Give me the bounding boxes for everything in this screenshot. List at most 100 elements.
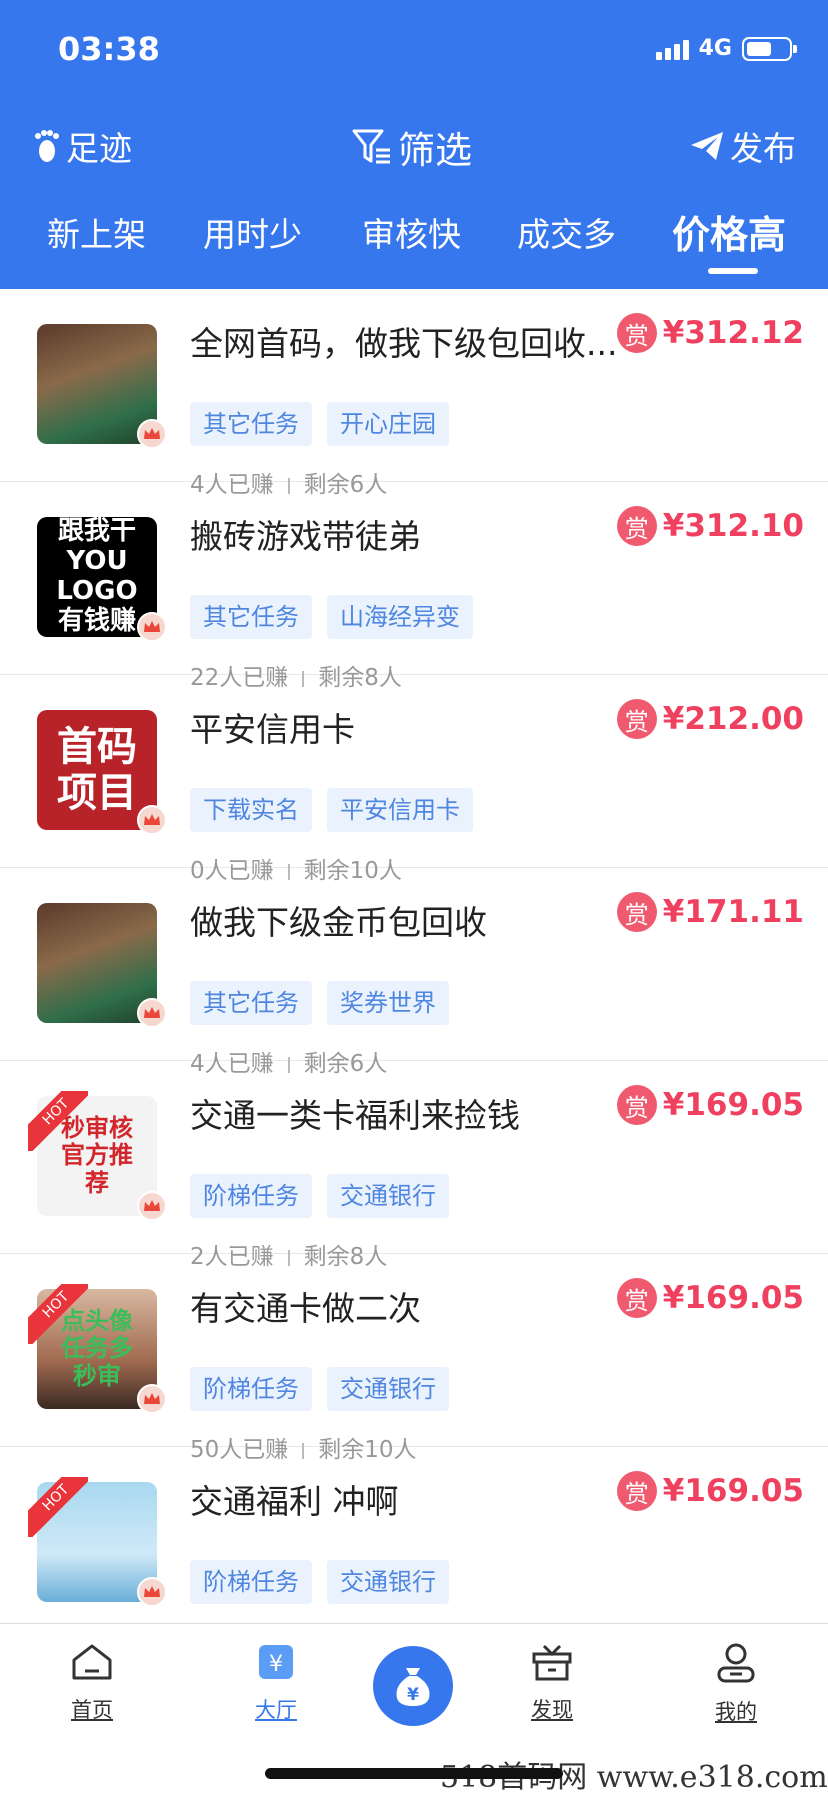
task-title: 搬砖游戏带徒弟 xyxy=(190,517,421,556)
task-tag: 交通银行 xyxy=(327,1367,449,1411)
task-reward: 赏 ¥312.10 xyxy=(616,506,804,546)
active-tab-indicator xyxy=(708,268,758,274)
task-item[interactable]: 秒审核 官方推 荐 HOT 交通一类卡福利来捡钱 阶梯任务 交通银行 2人已赚 剩余8人赏 ¥… xyxy=(0,1061,828,1270)
tab-fast-review[interactable]: 审核快 xyxy=(362,208,461,256)
task-price: ¥312.10 xyxy=(662,508,804,544)
task-title: 平安信用卡 xyxy=(190,710,355,749)
tab-high-price[interactable]: 价格高 xyxy=(672,204,786,259)
task-reward: 赏 ¥169.05 xyxy=(616,1278,804,1318)
task-item[interactable]: 跟我干 YOU LOGO 有钱赚 搬砖游戏带徒弟 其它任务 山海经异变 22人已赚 剩余8… xyxy=(0,482,828,691)
reward-badge-icon: 赏 xyxy=(616,1471,657,1511)
task-item[interactable]: 全网首码，做我下级包回收... 其它任务 开心庄园 4人已赚 剩余6人赏 ¥312.12 xyxy=(0,289,828,498)
svg-text:¥: ¥ xyxy=(269,1652,283,1677)
task-price: ¥312.12 xyxy=(662,315,804,351)
crown-badge-icon xyxy=(137,1384,167,1414)
user-icon xyxy=(717,1643,755,1683)
status-time: 03:38 xyxy=(58,30,160,68)
task-reward: 赏 ¥169.05 xyxy=(616,1471,804,1511)
task-item[interactable]: 点头像 任务多 秒审 HOT 有交通卡做二次 阶梯任务 交通银行 50人已赚 剩余10人赏 ¥… xyxy=(0,1254,828,1463)
task-item[interactable]: 首码 项目 平安信用卡 下载实名 平安信用卡 0人已赚 剩余10人赏 ¥212.00 xyxy=(0,675,828,884)
footprint-label: 足迹 xyxy=(66,129,132,168)
reward-badge-icon: 赏 xyxy=(616,892,657,932)
task-price: ¥171.11 xyxy=(662,894,804,930)
task-tag: 阶梯任务 xyxy=(190,1560,312,1604)
reward-badge-icon: 赏 xyxy=(616,506,657,546)
task-tag: 阶梯任务 xyxy=(190,1367,312,1411)
task-tag: 山海经异变 xyxy=(327,595,473,639)
task-tag: 奖券世界 xyxy=(327,981,449,1025)
task-tag: 其它任务 xyxy=(190,981,312,1025)
hot-label: HOT xyxy=(28,1477,88,1537)
filter-label: 筛选 xyxy=(398,129,472,172)
task-title: 交通福利 冲啊 xyxy=(190,1482,399,1521)
send-icon xyxy=(691,132,723,160)
task-tag: 平安信用卡 xyxy=(327,788,473,832)
task-title: 做我下级金币包回收 xyxy=(190,903,487,942)
nav-mine-label: 我的 xyxy=(715,1700,757,1724)
nav-money-bag-button[interactable]: ¥ xyxy=(373,1646,453,1726)
app-header: 03:38 4G 足迹 筛选 发布 新上架 用时少 审核快 成交多 价格高 xyxy=(0,0,828,289)
task-reward: 赏 ¥312.12 xyxy=(616,313,804,353)
task-list: 全网首码，做我下级包回收... 其它任务 开心庄园 4人已赚 剩余6人赏 ¥312.12 跟… xyxy=(0,289,828,1656)
reward-badge-icon: 赏 xyxy=(616,313,657,353)
footprint-icon xyxy=(35,130,59,162)
hot-ribbon: HOT xyxy=(28,1284,88,1344)
nav-discover[interactable]: 发现 xyxy=(502,1642,602,1724)
signal-icon xyxy=(655,38,689,60)
task-tag: 阶梯任务 xyxy=(190,1174,312,1218)
nav-home-label: 首页 xyxy=(71,1698,113,1722)
nav-mine[interactable]: 我的 xyxy=(686,1642,786,1726)
task-tag: 交通银行 xyxy=(327,1560,449,1604)
svg-text:¥: ¥ xyxy=(407,1685,419,1705)
sort-tabs: 新上架 用时少 审核快 成交多 价格高 xyxy=(0,208,828,268)
crown-badge-icon xyxy=(137,805,167,835)
task-title: 有交通卡做二次 xyxy=(190,1289,421,1328)
battery-icon xyxy=(742,36,797,61)
crown-badge-icon xyxy=(137,419,167,449)
task-price: ¥169.05 xyxy=(662,1473,804,1509)
crown-badge-icon xyxy=(137,998,167,1028)
task-tag: 其它任务 xyxy=(190,402,312,446)
nav-home[interactable]: 首页 xyxy=(42,1642,142,1724)
hot-ribbon: HOT xyxy=(28,1091,88,1151)
tab-most-deals[interactable]: 成交多 xyxy=(517,208,616,256)
task-reward: 赏 ¥169.05 xyxy=(616,1085,804,1125)
hot-label: HOT xyxy=(28,1284,88,1344)
task-reward: 赏 ¥212.00 xyxy=(616,699,804,739)
nav-hall-label: 大厅 xyxy=(255,1698,297,1722)
reward-badge-icon: 赏 xyxy=(616,699,657,739)
crown-badge-icon xyxy=(137,612,167,642)
task-item[interactable]: HOT交通福利 冲啊阶梯任务交通银行16人已赚剩余3人赏¥169.05 xyxy=(0,1447,828,1656)
publish-label: 发布 xyxy=(730,129,796,168)
task-item[interactable]: 做我下级金币包回收 其它任务 奖券世界 4人已赚 剩余6人赏 ¥171.11 xyxy=(0,868,828,1077)
hot-ribbon: HOT xyxy=(28,1477,88,1537)
hall-icon: ¥ xyxy=(259,1645,293,1679)
filter-button[interactable]: 筛选 xyxy=(352,120,472,174)
network-label: 4G xyxy=(698,36,732,61)
footprint-button[interactable]: 足迹 xyxy=(34,122,132,170)
home-indicator xyxy=(265,1768,563,1779)
task-tag: 下载实名 xyxy=(190,788,312,832)
money-bag-icon: ¥ xyxy=(396,1668,430,1706)
task-tag: 开心庄园 xyxy=(327,402,449,446)
publish-button[interactable]: 发布 xyxy=(690,122,796,170)
gift-box-icon xyxy=(532,1644,572,1681)
task-price: ¥169.05 xyxy=(662,1280,804,1316)
nav-hall[interactable]: ¥ 大厅 xyxy=(226,1642,326,1724)
crown-badge-icon xyxy=(137,1191,167,1221)
tab-less-time[interactable]: 用时少 xyxy=(203,208,302,256)
task-title: 全网首码，做我下级包回收... xyxy=(190,324,618,363)
home-icon xyxy=(72,1644,112,1680)
task-reward: 赏 ¥171.11 xyxy=(616,892,804,932)
nav-discover-label: 发现 xyxy=(531,1698,573,1722)
task-tag: 交通银行 xyxy=(327,1174,449,1218)
task-title: 交通一类卡福利来捡钱 xyxy=(190,1096,520,1135)
reward-badge-icon: 赏 xyxy=(616,1278,657,1318)
reward-badge-icon: 赏 xyxy=(616,1085,657,1125)
hot-label: HOT xyxy=(28,1091,88,1151)
status-indicators: 4G xyxy=(655,36,797,61)
task-tag: 其它任务 xyxy=(190,595,312,639)
task-price: ¥212.00 xyxy=(662,701,804,737)
tab-new[interactable]: 新上架 xyxy=(47,208,146,256)
crown-badge-icon xyxy=(137,1577,167,1607)
